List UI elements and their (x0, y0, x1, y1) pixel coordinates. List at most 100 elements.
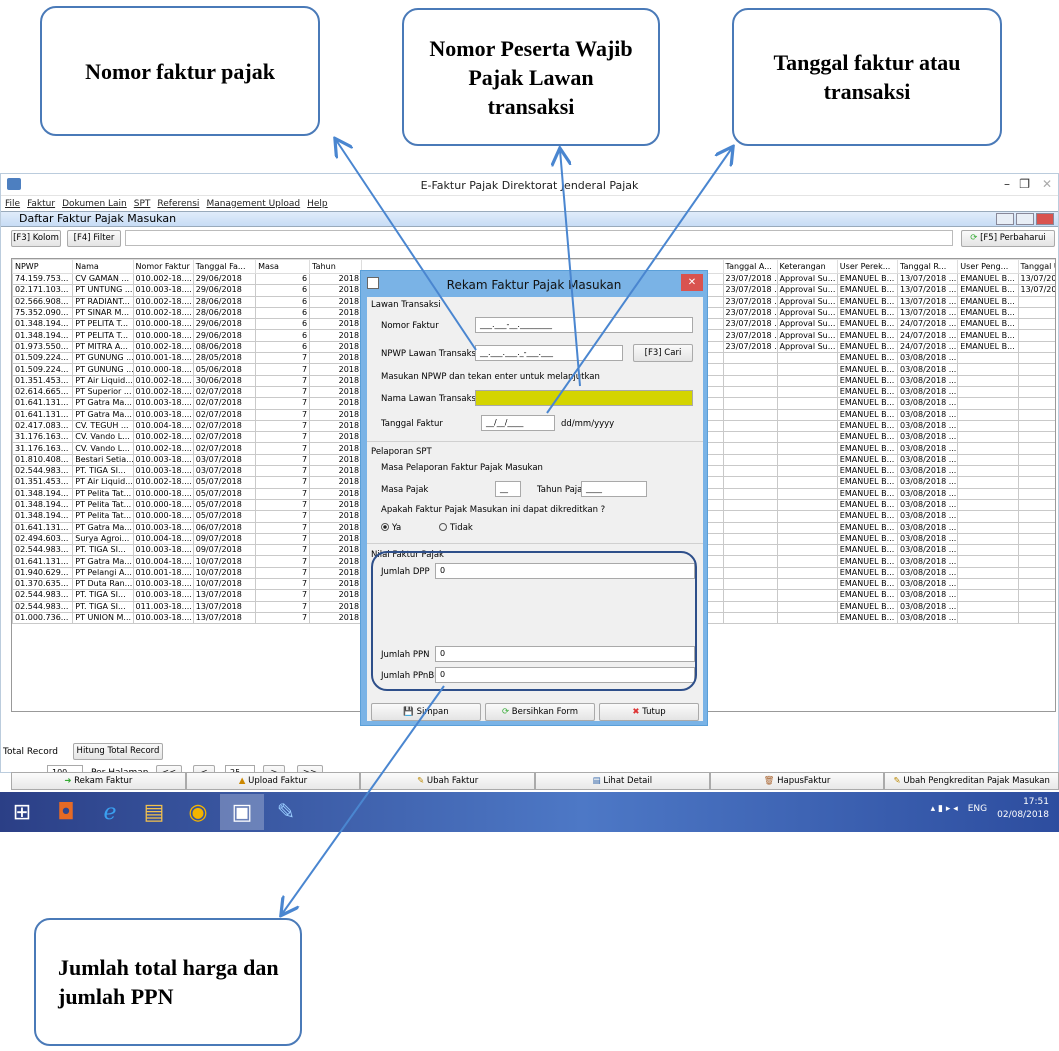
filter-button[interactable]: [F4] Filter (67, 230, 121, 247)
cari-button[interactable]: [F3] Cari (633, 344, 693, 362)
table-cell: 01.509.224... (12, 363, 74, 376)
col-user-perekam[interactable]: User Perek... (836, 259, 899, 274)
table-cell: 28/06/2018 (192, 306, 257, 320)
kolom-button[interactable]: [F3] Kolom (11, 230, 61, 247)
start-icon[interactable]: ⊞ (0, 794, 44, 830)
menu-dokumen-lain[interactable]: Dokumen Lain (62, 199, 127, 209)
table-cell: PT Air Liquid... (72, 476, 134, 489)
tanggal-faktur-input[interactable]: __/__/____ (481, 415, 555, 431)
chrome-icon[interactable]: ◉ (176, 794, 220, 830)
tahun-pajak-label: Tahun Pajak (537, 485, 588, 495)
table-cell: 6 (255, 272, 311, 286)
menu-referensi[interactable]: Referensi (157, 199, 199, 209)
nomor-faktur-input[interactable]: ___.___-__.________ (475, 317, 693, 333)
perbaharui-button[interactable]: ⟳ [F5] Perbaharui (961, 230, 1055, 247)
ubah-pengkreditan-button[interactable]: ✎ Ubah Pengkreditan Pajak Masukan (884, 772, 1059, 790)
tahun-pajak-input[interactable]: ____ (581, 481, 647, 497)
file-explorer-icon[interactable]: ▤ (132, 794, 176, 830)
dialog-close-icon[interactable]: ✕ (681, 274, 703, 291)
tutup-button[interactable]: ✖ Tutup (599, 703, 699, 721)
col-tanggal-rekam[interactable]: Tanggal R... (897, 259, 959, 274)
table-cell: 2018 (309, 397, 363, 410)
nilai-highlight-outline (371, 551, 697, 691)
table-cell: 7 (255, 397, 311, 410)
col-keterangan[interactable]: Keterangan (776, 259, 838, 274)
menu-management-upload[interactable]: Management Upload (206, 199, 300, 209)
upload-faktur-button[interactable]: ▲ Upload Faktur (185, 772, 361, 790)
table-cell: 2018 (309, 385, 363, 399)
lihat-detail-button[interactable]: ▤ Lihat Detail (535, 772, 710, 790)
office-icon[interactable]: ◘ (44, 794, 88, 830)
tidak-radio[interactable]: Tidak (439, 523, 473, 533)
col-user-pengubah[interactable]: User Peng... (957, 259, 1019, 274)
table-cell: EMANUEL B... (836, 521, 899, 534)
table-cell (722, 408, 778, 421)
table-cell (957, 589, 1019, 602)
language-indicator[interactable]: ENG (968, 804, 987, 814)
table-cell: PT Pelangi A... (72, 566, 134, 580)
table-cell: EMANUEL B... (957, 295, 1019, 308)
nama-lawan-input[interactable] (475, 390, 693, 406)
col-nama[interactable]: Nama (72, 259, 134, 274)
refresh-icon: ⟳ (501, 707, 510, 717)
table-cell: 24/07/2018 ... (897, 340, 959, 354)
table-cell (957, 363, 1019, 376)
table-cell (957, 521, 1019, 534)
bersihkan-button[interactable]: ⟳ Bersihkan Form (485, 703, 595, 721)
internet-explorer-icon[interactable]: ℯ (88, 794, 132, 830)
table-cell: 23/07/2018 ... (722, 306, 778, 320)
table-cell (776, 385, 838, 399)
table-cell: 03/08/2018 ... (897, 566, 959, 580)
table-cell: 7 (255, 566, 311, 580)
table-cell: EMANUEL B... (836, 589, 899, 602)
table-cell: PT GUNUNG ... (72, 363, 134, 376)
rekam-faktur-button[interactable]: ➜ Rekam Faktur (11, 772, 186, 790)
table-cell: 010.003-18.... (132, 589, 194, 602)
table-cell (1017, 487, 1055, 500)
minimize-icon[interactable]: – (1004, 177, 1010, 191)
table-cell: EMANUEL B... (836, 611, 899, 625)
close-icon[interactable]: ✕ (1042, 177, 1052, 191)
table-cell: EMANUEL B... (836, 566, 899, 580)
table-cell: 010.002-18.... (132, 442, 194, 455)
table-cell (1017, 385, 1055, 399)
hapus-faktur-button[interactable]: 🗑 HapusFaktur (709, 772, 885, 790)
col-npwp[interactable]: NPWP (12, 259, 74, 274)
callout-npwp: Nomor Peserta Wajib Pajak Lawan transaks… (402, 8, 660, 146)
col-tanggal-faktur[interactable]: Tanggal Fa... (192, 259, 257, 274)
npwp-input[interactable]: __.___.___._-___.___ (475, 345, 623, 361)
table-cell: 010.003-18.... (132, 284, 194, 297)
table-cell: 010.002-18.... (132, 272, 194, 286)
col-tanggal-approval[interactable]: Tanggal A... (722, 259, 778, 274)
masa-pajak-input[interactable]: __ (495, 481, 521, 497)
filter-field[interactable] (125, 230, 953, 246)
table-cell: 2018 (309, 272, 363, 286)
clock[interactable]: 17:51 02/08/2018 (997, 796, 1049, 822)
clock-date: 02/08/2018 (997, 810, 1049, 820)
detail-icon: ▤ (592, 776, 601, 786)
ubah-faktur-button[interactable]: ✎ Ubah Faktur (360, 772, 536, 790)
inner-restore-icon[interactable] (1016, 213, 1034, 225)
tray-icons[interactable]: ▴ ▮ ▸ ◂ (931, 804, 958, 814)
simpan-button[interactable]: 💾 Simpan (371, 703, 481, 721)
table-cell: PT. TIGA SI... (72, 589, 134, 602)
ya-radio[interactable]: Ya (381, 523, 401, 533)
table-cell: 13/07/2018 ... (897, 272, 959, 286)
menu-file[interactable]: File (5, 199, 20, 209)
table-cell: 01.351.453... (12, 476, 74, 489)
col-nomor-faktur[interactable]: Nomor Faktur (132, 259, 194, 274)
inner-close-icon[interactable] (1036, 213, 1054, 225)
inner-minimize-icon[interactable] (996, 213, 1014, 225)
menu-faktur[interactable]: Faktur (27, 199, 55, 209)
col-tanggal-ubah[interactable]: Tanggal U... (1017, 259, 1055, 274)
table-cell: 03/08/2018 ... (897, 555, 959, 568)
table-cell: 03/08/2018 ... (897, 363, 959, 376)
efaktur-taskbar-icon[interactable]: ▣ (220, 794, 264, 830)
menu-help[interactable]: Help (307, 199, 328, 209)
paint-icon[interactable]: ✎ (264, 794, 308, 830)
col-masa[interactable]: Masa (255, 259, 311, 274)
maximize-icon[interactable]: ❐ (1019, 177, 1030, 191)
hitung-total-button[interactable]: Hitung Total Record (73, 743, 163, 760)
col-tahun[interactable]: Tahun (309, 259, 363, 274)
menu-spt[interactable]: SPT (134, 199, 151, 209)
